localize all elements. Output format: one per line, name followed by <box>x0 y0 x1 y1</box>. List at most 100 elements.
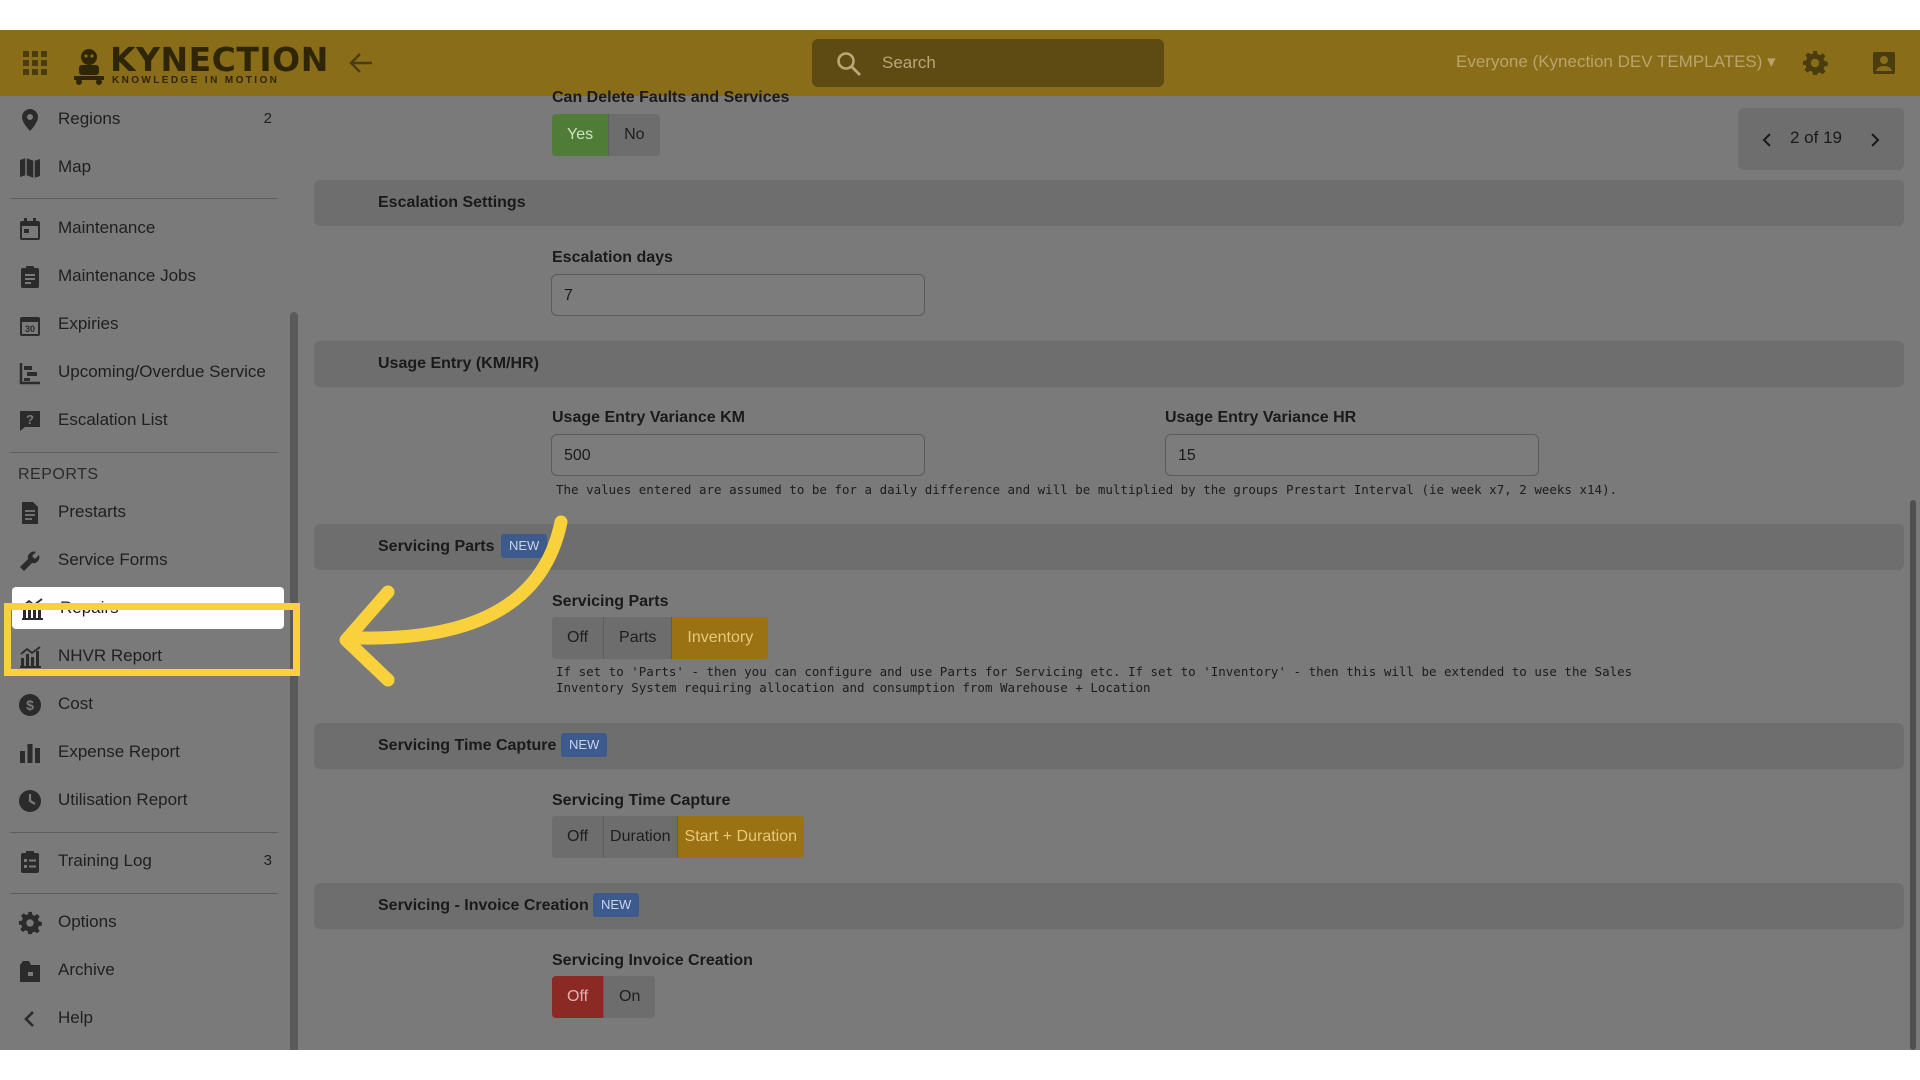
sidebar-item-training-log[interactable]: Training Log 3 <box>10 840 286 882</box>
group-selector[interactable]: Everyone (Kynection DEV TEMPLATES) ▾ <box>1456 52 1776 72</box>
servicing-parts-help-line2: Inventory System requiring allocation an… <box>556 680 1151 695</box>
svg-text:$: $ <box>26 697 34 713</box>
sidebar: Regions 2 Map Maintenance Maintenance Jo… <box>0 96 300 1050</box>
sidebar-item-label: Map <box>58 157 92 176</box>
invoice-on-button[interactable]: On <box>604 976 655 1018</box>
sidebar-item-options[interactable]: Options <box>10 901 286 943</box>
sidebar-item-label: Expiries <box>58 314 119 333</box>
section-title: Servicing Time Capture <box>378 737 557 754</box>
sidebar-item-label: Training Log <box>58 851 152 870</box>
sidebar-item-label: Options <box>58 912 117 931</box>
sidebar-item-label: Service Forms <box>58 550 168 569</box>
new-badge: NEW <box>561 733 608 757</box>
count-badge: 3 <box>263 852 272 869</box>
sidebar-item-regions[interactable]: Regions 2 <box>10 98 286 140</box>
count-badge: 2 <box>263 110 272 127</box>
sidebar-item-label: Archive <box>58 960 115 979</box>
clock-icon <box>19 790 41 812</box>
logo-wordmark: KYNECTION <box>110 40 329 79</box>
checklist-icon <box>21 851 39 873</box>
sidebar-item-expense-report[interactable]: Expense Report <box>10 731 286 773</box>
sidebar-divider <box>10 832 278 833</box>
content-scrollbar[interactable] <box>1910 500 1916 1050</box>
sidebar-divider <box>10 452 278 453</box>
usage-km-input[interactable]: 500 <box>551 434 925 476</box>
time-capture-duration-button[interactable]: Duration <box>604 816 678 858</box>
servicing-parts-inventory-button[interactable]: Inventory <box>672 617 769 659</box>
usage-km-label: Usage Entry Variance KM <box>552 409 745 426</box>
sidebar-item-maintenance-jobs[interactable]: Maintenance Jobs <box>10 255 286 297</box>
invoice-creation-label: Servicing Invoice Creation <box>552 952 753 969</box>
logo-robot-icon <box>74 49 104 85</box>
sidebar-item-label: Regions <box>58 109 121 128</box>
kynection-logo[interactable]: KYNECTION KNOWLEDGE IN MOTION <box>70 41 328 87</box>
sidebar-divider <box>10 893 278 894</box>
record-pager: 2 of 19 <box>1738 108 1904 170</box>
sidebar-item-label: Escalation List <box>58 410 168 429</box>
logo-tagline: KNOWLEDGE IN MOTION <box>112 75 280 86</box>
usage-help-text: The values entered are assumed to be for… <box>556 482 1618 497</box>
sidebar-item-label: Upcoming/Overdue Service <box>58 362 266 381</box>
sidebar-item-label: Cost <box>58 694 93 713</box>
servicing-parts-help-line1: If set to 'Parts' - then you can configu… <box>556 664 1633 679</box>
search-bar[interactable]: Search <box>812 39 1164 87</box>
escalation-days-label: Escalation days <box>552 249 673 266</box>
search-input[interactable]: Search <box>882 53 936 73</box>
time-capture-start-duration-button[interactable]: Start + Duration <box>677 816 805 858</box>
document-icon <box>22 502 38 524</box>
new-badge: NEW <box>593 893 640 917</box>
sidebar-item-cost[interactable]: $ Cost <box>10 683 286 725</box>
chevron-right-icon[interactable] <box>1868 132 1882 148</box>
sidebar-item-archive[interactable]: Archive <box>10 949 286 991</box>
can-delete-yes-button[interactable]: Yes <box>552 114 610 156</box>
usage-hr-label: Usage Entry Variance HR <box>1165 409 1357 426</box>
calendar-icon <box>20 218 40 240</box>
section-usage-entry: Usage Entry (KM/HR) <box>314 341 1904 387</box>
time-capture-label: Servicing Time Capture <box>552 792 731 809</box>
gear-icon <box>18 911 42 935</box>
back-arrow-icon[interactable] <box>348 51 374 75</box>
location-pin-icon <box>22 109 38 131</box>
sidebar-item-prestarts[interactable]: Prestarts <box>10 491 286 533</box>
section-invoice-creation: Servicing - Invoice Creation NEW <box>314 883 1904 929</box>
clipboard-icon <box>21 266 39 288</box>
apps-grid-icon[interactable] <box>22 50 48 76</box>
can-delete-label: Can Delete Faults and Services <box>552 89 790 106</box>
top-bar: KYNECTION KNOWLEDGE IN MOTION Search Eve… <box>0 30 1920 96</box>
invoice-off-button[interactable]: Off <box>552 976 605 1018</box>
sidebar-item-expiries[interactable]: 30 Expiries <box>10 303 286 345</box>
sidebar-item-upcoming-overdue[interactable]: Upcoming/Overdue Service <box>10 351 286 393</box>
chevron-left-icon[interactable] <box>1760 132 1774 148</box>
svg-text:?: ? <box>26 412 34 427</box>
usage-hr-input[interactable]: 15 <box>1165 434 1539 476</box>
sidebar-item-escalation-list[interactable]: ? Escalation List <box>10 399 286 441</box>
timeline-icon <box>19 363 40 385</box>
sidebar-item-utilisation-report[interactable]: Utilisation Report <box>10 779 286 821</box>
calendar-30-icon: 30 <box>20 317 40 336</box>
archive-icon <box>20 961 40 982</box>
time-capture-toggle: Off Duration Start + Duration <box>552 816 805 858</box>
section-title: Escalation Settings <box>378 194 526 211</box>
sidebar-item-map[interactable]: Map <box>10 146 286 188</box>
sidebar-item-maintenance[interactable]: Maintenance <box>10 207 286 249</box>
sidebar-item-service-forms[interactable]: Service Forms <box>10 539 286 581</box>
settings-gear-icon[interactable] <box>1802 50 1828 76</box>
escalation-days-input[interactable]: 7 <box>551 274 925 316</box>
can-delete-no-button[interactable]: No <box>609 114 659 156</box>
servicing-parts-parts-button[interactable]: Parts <box>604 617 673 659</box>
svg-text:30: 30 <box>25 324 35 334</box>
time-capture-off-button[interactable]: Off <box>552 816 605 858</box>
annotation-arrow-icon <box>339 515 568 687</box>
can-delete-toggle: Yes No <box>552 114 660 156</box>
question-comment-icon: ? <box>20 411 40 431</box>
account-icon[interactable] <box>1872 51 1896 75</box>
search-icon <box>837 52 861 76</box>
section-servicing-time-capture: Servicing Time Capture NEW <box>314 723 1904 769</box>
section-escalation-settings: Escalation Settings <box>314 180 1904 226</box>
dollar-icon: $ <box>19 694 41 716</box>
sidebar-item-label: Utilisation Report <box>58 790 188 809</box>
sidebar-item-help[interactable]: Help <box>10 997 286 1039</box>
map-icon <box>20 158 40 178</box>
sidebar-item-label: Maintenance Jobs <box>58 266 196 285</box>
sidebar-scrollbar[interactable] <box>290 312 298 1050</box>
